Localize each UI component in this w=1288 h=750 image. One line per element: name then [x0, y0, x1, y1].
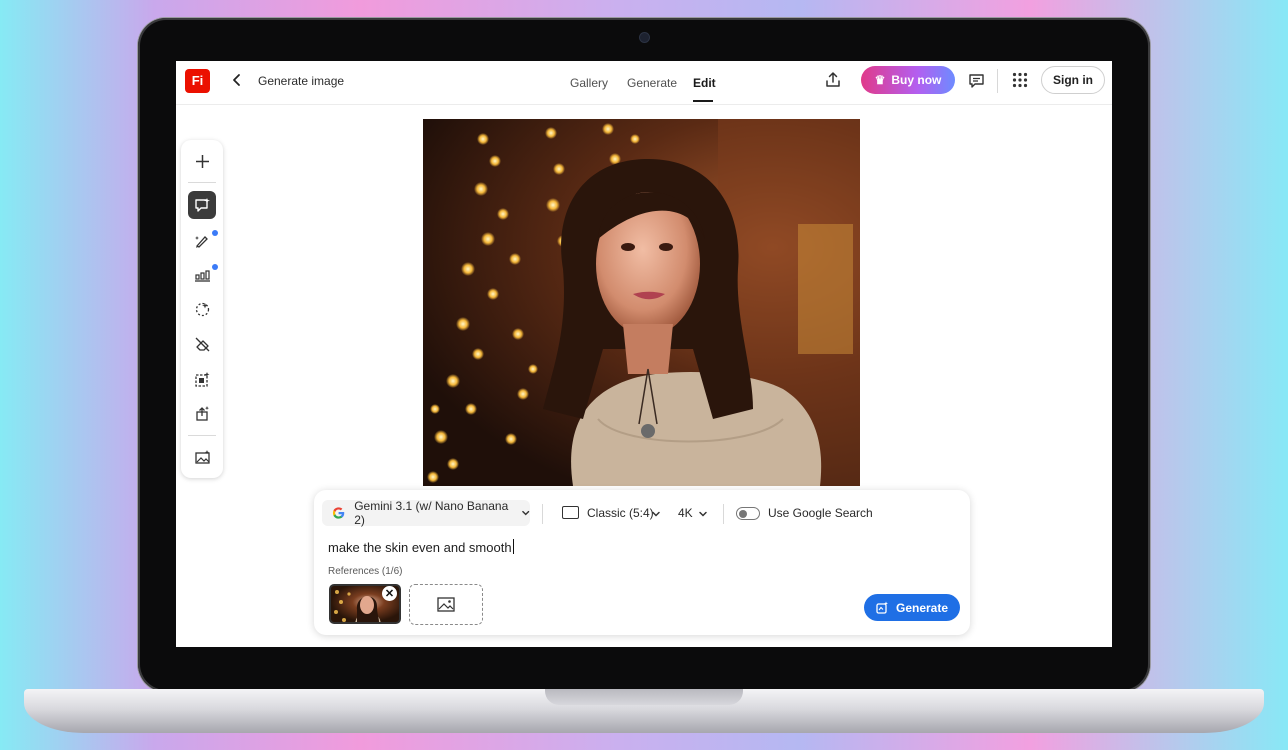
- generate-button[interactable]: Generate: [864, 594, 960, 621]
- app-logo[interactable]: Fi: [185, 69, 210, 93]
- tab-edit[interactable]: Edit: [693, 76, 716, 90]
- generate-button-label: Generate: [895, 600, 949, 615]
- aspect-ratio-select[interactable]: Classic (5:4): [587, 506, 654, 520]
- crown-icon: ♛: [874, 73, 886, 87]
- generate-sparkle-icon: [876, 601, 888, 614]
- google-g-icon: [332, 507, 345, 519]
- tool-rail: [181, 140, 223, 478]
- remove-background-icon: [195, 302, 209, 316]
- model-select[interactable]: Gemini 3.1 (w/ Nano Banana 2): [322, 499, 530, 527]
- plus-icon: [195, 154, 209, 168]
- laptop-notch: [545, 689, 743, 705]
- chevron-down-icon: [521, 510, 529, 516]
- app-screen: Fi Generate image Gallery Generate Edit …: [176, 61, 1112, 647]
- prompt-edit-icon: [194, 197, 210, 212]
- page-title: Generate image: [258, 74, 345, 88]
- tab-gallery[interactable]: Gallery: [570, 76, 608, 90]
- upscale-icon: [195, 405, 209, 421]
- tab-generate[interactable]: Generate: [627, 76, 677, 90]
- add-tool-button[interactable]: [188, 147, 216, 175]
- google-search-label: Use Google Search: [768, 506, 873, 520]
- image-icon: [437, 597, 455, 612]
- active-tab-indicator: [693, 100, 713, 102]
- chevron-down-icon[interactable]: [698, 509, 708, 519]
- eraser-icon: [195, 337, 209, 351]
- panel-divider: [723, 504, 724, 524]
- toolbar-divider: [188, 182, 216, 183]
- prompt-panel: Gemini 3.1 (w/ Nano Banana 2) Classic (5…: [314, 490, 970, 635]
- edited-image-canvas[interactable]: [423, 119, 860, 486]
- buy-now-button[interactable]: ♛ Buy now: [861, 66, 955, 94]
- adjust-sliders-icon: [194, 269, 210, 282]
- header-rule: [176, 104, 1112, 105]
- image-sparkle-icon: [194, 449, 210, 464]
- panel-divider: [542, 504, 543, 524]
- model-select-value: Gemini 3.1 (w/ Nano Banana 2): [354, 499, 509, 527]
- resolution-select[interactable]: 4K: [678, 506, 693, 520]
- back-chevron-icon[interactable]: [231, 72, 243, 88]
- header-divider: [997, 69, 998, 93]
- aspect-ratio-icon[interactable]: [562, 506, 579, 519]
- remove-reference-button[interactable]: ✕: [382, 586, 397, 601]
- new-feature-dot: [212, 264, 218, 270]
- toggle-knob: [739, 509, 747, 518]
- prompt-input-value: make the skin even and smooth: [328, 540, 512, 555]
- remove-background-tool-button[interactable]: [188, 295, 216, 323]
- eraser-tool-button[interactable]: [188, 330, 216, 358]
- new-feature-dot: [212, 230, 218, 236]
- sign-in-button[interactable]: Sign in: [1041, 66, 1105, 94]
- portrait-photo: [427, 119, 860, 486]
- prompt-input[interactable]: make the skin even and smooth: [328, 539, 514, 555]
- references-label: References (1/6): [328, 566, 403, 577]
- webcam: [640, 33, 649, 42]
- add-reference-button[interactable]: [409, 584, 483, 625]
- text-caret: [512, 539, 514, 554]
- app-header: Fi Generate image Gallery Generate Edit …: [176, 61, 1112, 105]
- buy-now-label: Buy now: [891, 73, 942, 87]
- upscale-tool-button[interactable]: [188, 399, 216, 427]
- apps-grid-icon[interactable]: [1012, 72, 1028, 88]
- feedback-chat-icon[interactable]: [968, 72, 985, 89]
- image-tool-button[interactable]: [188, 443, 216, 471]
- toolbar-divider: [188, 435, 216, 436]
- brush-sparkle-icon: [194, 235, 208, 248]
- expand-tool-button[interactable]: [188, 365, 216, 393]
- share-upload-icon[interactable]: [824, 71, 842, 89]
- prompt-edit-tool-button[interactable]: [188, 191, 216, 219]
- expand-image-icon: [194, 371, 209, 387]
- chevron-down-icon[interactable]: [651, 509, 661, 519]
- google-search-toggle[interactable]: [736, 507, 760, 520]
